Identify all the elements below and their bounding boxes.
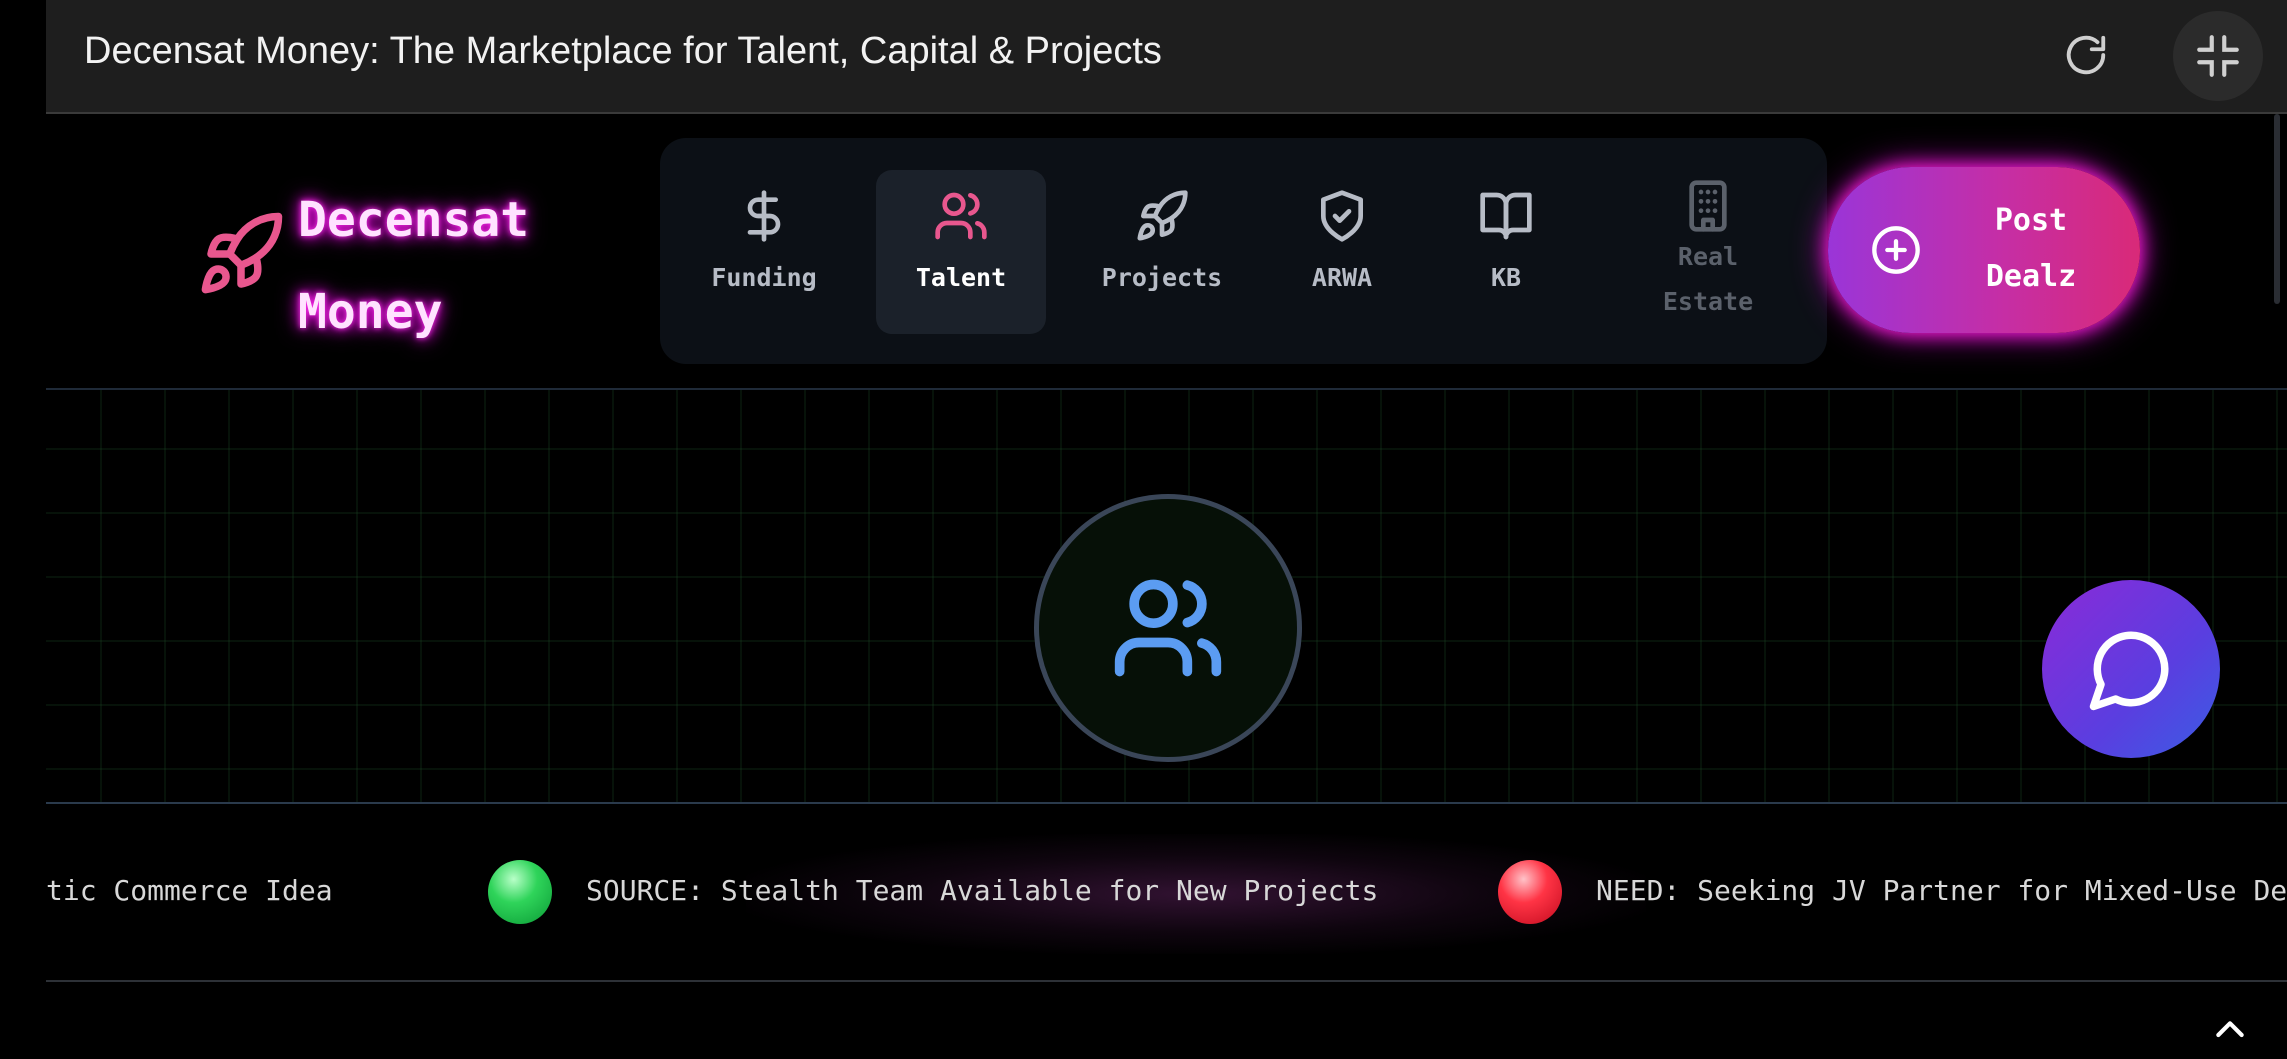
logo-rocket-icon[interactable] (196, 209, 286, 299)
nav-label-arwa: ARWA (1311, 263, 1373, 292)
minimize-icon (2197, 35, 2239, 77)
scroll-to-top-button[interactable] (2208, 1010, 2252, 1050)
nav-label-funding: Funding (711, 263, 817, 292)
book-icon (1480, 192, 1532, 240)
nav-item-real-estate[interactable]: Real Estate (1648, 170, 1768, 334)
nav-item-funding[interactable]: Funding (704, 170, 824, 334)
ticker-item-text[interactable]: NEED: Seeking JV Partner for Mixed-Use D… (1596, 874, 2287, 907)
rocket-icon (1137, 190, 1188, 241)
nav-label-real-estate: Real Estate (1663, 234, 1753, 324)
left-edge-strip (0, 0, 46, 1059)
logo-line-1: Decensat (298, 192, 530, 248)
nav-item-kb[interactable]: KB (1466, 170, 1546, 334)
ticker-item-text[interactable]: tic Commerce Idea (46, 874, 333, 907)
logo-wordmark[interactable]: Decensat Money (298, 174, 558, 358)
nav-label-real-estate-line-2: Estate (1662, 287, 1754, 316)
scrollbar-thumb[interactable] (2274, 114, 2280, 304)
building-icon (1689, 180, 1727, 232)
nav-item-arwa[interactable]: ARWA (1302, 170, 1382, 334)
hero-badge (1034, 494, 1302, 762)
nav-item-talent[interactable]: Talent (876, 170, 1046, 334)
status-dot-green (488, 860, 552, 924)
post-dealz-line-1: Post (1994, 203, 2068, 238)
shield-check-icon (1321, 190, 1363, 242)
exit-fullscreen-button[interactable] (2173, 11, 2263, 101)
users-icon (935, 192, 987, 240)
reload-icon (2066, 35, 2106, 75)
main-nav: Funding Talent Projects ARWA KB Real Est… (660, 138, 1827, 364)
plus-circle-icon (1872, 226, 1920, 274)
post-dealz-button[interactable]: Post Dealz (1828, 167, 2140, 333)
chat-bubble-icon (2089, 631, 2169, 711)
ticker-item-text[interactable]: SOURCE: Stealth Team Available for New P… (586, 874, 1378, 907)
window-title: Decensat Money: The Marketplace for Tale… (84, 30, 1162, 72)
window-titlebar: Decensat Money: The Marketplace for Tale… (46, 0, 2287, 114)
chat-button[interactable] (2042, 580, 2220, 758)
nav-item-projects[interactable]: Projects (1092, 170, 1232, 334)
nav-label-kb: KB (1490, 263, 1522, 292)
hero-section (46, 390, 2287, 804)
users-icon (1114, 579, 1222, 677)
nav-label-real-estate-line-1: Real (1677, 242, 1739, 271)
post-dealz-label: Post Dealz (1976, 193, 2086, 305)
logo-line-2: Money (298, 284, 443, 340)
reload-button[interactable] (2056, 25, 2116, 85)
deal-ticker: tic Commerce Idea SOURCE: Stealth Team A… (46, 804, 2287, 982)
nav-label-projects: Projects (1101, 263, 1223, 292)
post-dealz-line-2: Dealz (1985, 259, 2077, 294)
nav-label-talent: Talent (915, 263, 1007, 292)
chevron-up-icon (2216, 1021, 2244, 1038)
dollar-icon (747, 190, 781, 242)
status-dot-red (1498, 860, 1562, 924)
app-header: Decensat Money Funding Talent Projects A… (46, 114, 2287, 390)
